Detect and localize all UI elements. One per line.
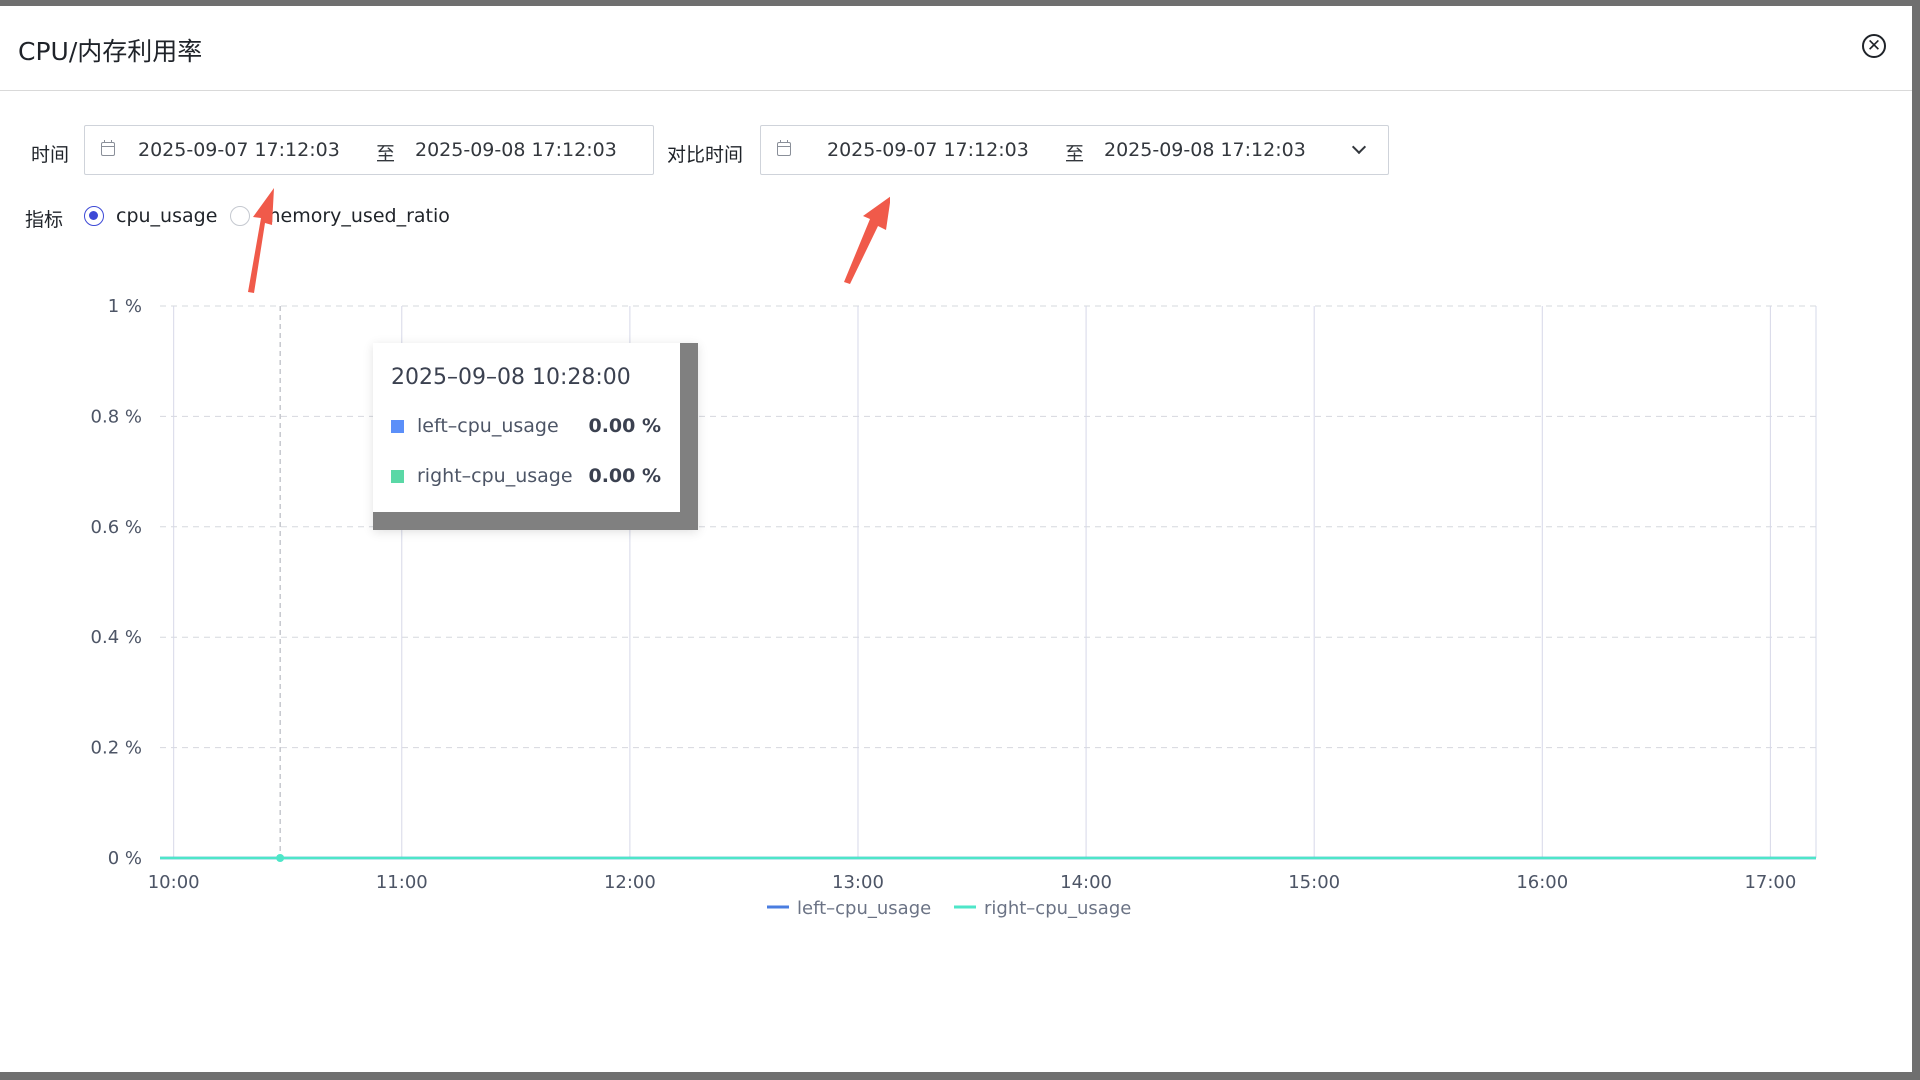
legend-swatch bbox=[391, 420, 404, 433]
tooltip-shadow-band bbox=[680, 343, 698, 530]
y-tick-label: 0.8 % bbox=[91, 406, 142, 427]
x-tick-label: 15:00 bbox=[1288, 872, 1340, 893]
legend-swatch bbox=[391, 470, 404, 483]
annotation-arrow-time bbox=[248, 188, 274, 293]
y-tick-label: 0.2 % bbox=[91, 738, 142, 759]
x-tick-label: 12:00 bbox=[604, 872, 656, 893]
tooltip-series-value: 0.00 % bbox=[588, 415, 661, 437]
tooltip-series-name: left–cpu_usage bbox=[417, 415, 559, 437]
legend-label: right–cpu_usage bbox=[984, 898, 1131, 919]
x-tick-label: 14:00 bbox=[1060, 872, 1112, 893]
hover-point bbox=[276, 854, 285, 862]
y-tick-label: 0.4 % bbox=[91, 627, 142, 648]
x-tick-label: 16:00 bbox=[1516, 872, 1568, 893]
x-tick-label: 17:00 bbox=[1744, 872, 1796, 893]
tooltip-series-value: 0.00 % bbox=[588, 465, 661, 487]
x-tick-label: 11:00 bbox=[376, 872, 428, 893]
line-chart: 0 % 0.2 % 0.4 % 0.6 % 0.8 % 1 % 10:00 11:00 12:0… bbox=[91, 296, 1817, 919]
x-tick-label: 10:00 bbox=[148, 872, 200, 893]
legend-label: left–cpu_usage bbox=[797, 898, 931, 919]
tooltip-series-name: right–cpu_usage bbox=[417, 465, 573, 487]
x-tick-label: 13:00 bbox=[832, 872, 884, 893]
chart-tooltip: 2025–09–08 10:28:00 left–cpu_usage 0.00 … bbox=[373, 343, 698, 530]
y-tick-label: 0 % bbox=[108, 848, 142, 869]
tooltip-shadow-band bbox=[373, 512, 698, 530]
tooltip-title: 2025–09–08 10:28:00 bbox=[391, 365, 631, 390]
annotation-arrow-compare bbox=[844, 196, 890, 284]
y-tick-label: 1 % bbox=[108, 296, 142, 317]
y-tick-label: 0.6 % bbox=[91, 517, 142, 538]
